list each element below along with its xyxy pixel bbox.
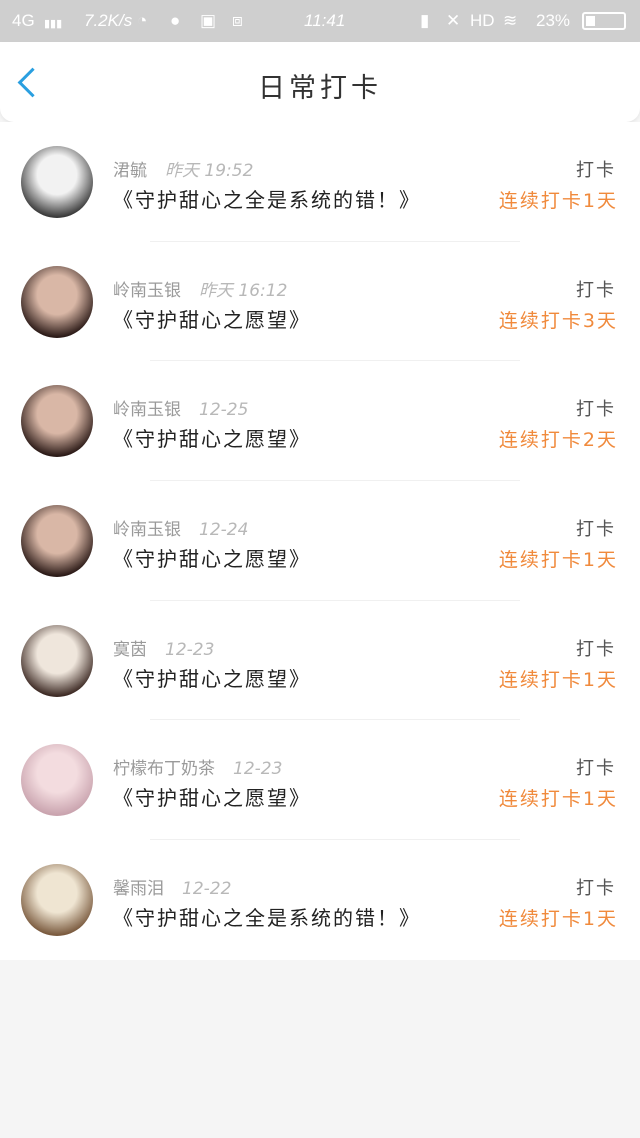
streak-count: 连续打卡1天 (498, 549, 618, 572)
streak-count: 连续打卡2天 (498, 429, 618, 452)
battery-icon (582, 12, 626, 30)
signal-icon: ▮▮▮ (44, 18, 63, 30)
avatar[interactable] (21, 624, 93, 697)
network-type: 4G (12, 11, 35, 30)
list-item[interactable]: 岭南玉银 昨天 16:12 《守护甜心之愿望》 打卡 连续打卡3天 (0, 242, 640, 362)
wifi-icon: ≋ (503, 11, 518, 30)
book-title[interactable]: 《守护甜心之全是系统的错！》 (113, 184, 421, 213)
book-title[interactable]: 《守护甜心之愿望》 (113, 543, 311, 572)
message-icon: ● (170, 11, 181, 30)
battery-percent: 23% (536, 11, 571, 30)
user-name[interactable]: 柠檬布丁奶茶 (113, 759, 215, 779)
user-name[interactable]: 涒毓 (113, 161, 147, 181)
checkin-label: 打卡 (576, 878, 616, 900)
checkin-time: 12-24 (199, 520, 249, 541)
avatar[interactable] (21, 265, 93, 338)
user-info: 寞茵 12-23 (113, 635, 214, 660)
header-bar: 日常打卡 (0, 42, 640, 122)
clock: 11:41 (304, 11, 346, 30)
book-title[interactable]: 《守护甜心之愿望》 (113, 782, 311, 811)
streak-count: 连续打卡3天 (498, 309, 618, 332)
user-name[interactable]: 岭南玉银 (113, 281, 181, 301)
checkin-label: 打卡 (576, 399, 616, 421)
network-speed: 7.2K/s (84, 11, 133, 30)
checkin-time: 12-25 (199, 400, 249, 421)
user-name[interactable]: 岭南玉银 (113, 400, 181, 420)
avatar[interactable] (21, 744, 93, 817)
user-info: 馨雨泪 12-22 (113, 874, 231, 899)
checkin-time: 12-23 (165, 639, 215, 660)
user-name[interactable]: 馨雨泪 (113, 879, 164, 899)
list-item[interactable]: 柠檬布丁奶茶 12-23 《守护甜心之愿望》 打卡 连续打卡1天 (0, 720, 640, 841)
book-title[interactable]: 《守护甜心之愿望》 (113, 304, 311, 333)
checkin-time: 12-22 (182, 879, 232, 900)
checkin-label: 打卡 (576, 519, 616, 541)
streak-count: 连续打卡1天 (498, 788, 618, 811)
list-item[interactable]: 馨雨泪 12-22 《守护甜心之全是系统的错！》 打卡 连续打卡1天 (0, 840, 640, 960)
checkin-label: 打卡 (576, 758, 616, 780)
avatar[interactable] (21, 864, 93, 937)
user-name[interactable]: 寞茵 (113, 640, 147, 660)
checkin-time: 12-23 (233, 759, 283, 780)
checkin-label: 打卡 (576, 638, 616, 660)
page-title: 日常打卡 (258, 73, 382, 104)
avatar[interactable] (21, 146, 93, 218)
list-item[interactable]: 岭南玉银 12-25 《守护甜心之愿望》 打卡 连续打卡2天 (0, 361, 640, 482)
status-bar: 4G ▮▮▮ 7.2K/s ◔ ● ▣ ⧈ 11:41 ▮ ✕ HD ≋ 23% (0, 0, 640, 42)
checkin-list: 涒毓 昨天 19:52 《守护甜心之全是系统的错！》 打卡 连续打卡1天 岭南玉银… (0, 122, 640, 960)
mute-icon: ✕ (446, 11, 461, 30)
book-title[interactable]: 《守护甜心之全是系统的错！》 (113, 902, 421, 931)
user-name[interactable]: 岭南玉银 (113, 520, 181, 540)
book-title[interactable]: 《守护甜心之愿望》 (113, 423, 311, 452)
avatar[interactable] (21, 505, 93, 578)
hd-label: HD (470, 11, 495, 30)
checkin-time: 昨天 19:52 (165, 161, 254, 181)
list-item[interactable]: 寞茵 12-23 《守护甜心之愿望》 打卡 连续打卡1天 (0, 601, 640, 721)
user-info: 柠檬布丁奶茶 12-23 (113, 754, 282, 779)
list-item[interactable]: 岭南玉银 12-24 《守护甜心之愿望》 打卡 连续打卡1天 (0, 481, 640, 601)
battery-saver-icon: ▮ (420, 11, 430, 30)
book-title[interactable]: 《守护甜心之愿望》 (113, 663, 311, 692)
list-item[interactable]: 涒毓 昨天 19:52 《守护甜心之全是系统的错！》 打卡 连续打卡1天 (0, 122, 640, 242)
checkin-label: 打卡 (576, 160, 616, 181)
user-info: 岭南玉银 昨天 16:12 (113, 276, 287, 301)
user-info: 岭南玉银 12-25 (113, 395, 248, 420)
app-notification-icon: ▣ (200, 11, 217, 30)
checkin-label: 打卡 (576, 279, 616, 301)
streak-count: 连续打卡1天 (498, 668, 618, 691)
avatar[interactable] (21, 385, 93, 458)
streak-count: 连续打卡1天 (498, 190, 618, 212)
s-app-icon: ⧈ (232, 11, 243, 30)
streak-count: 连续打卡1天 (498, 908, 618, 931)
qq-icon: ◔ (137, 11, 148, 30)
user-info: 岭南玉银 12-24 (113, 515, 248, 540)
checkin-time: 昨天 16:12 (199, 280, 288, 301)
user-info: 涒毓 昨天 19:52 (113, 156, 253, 181)
